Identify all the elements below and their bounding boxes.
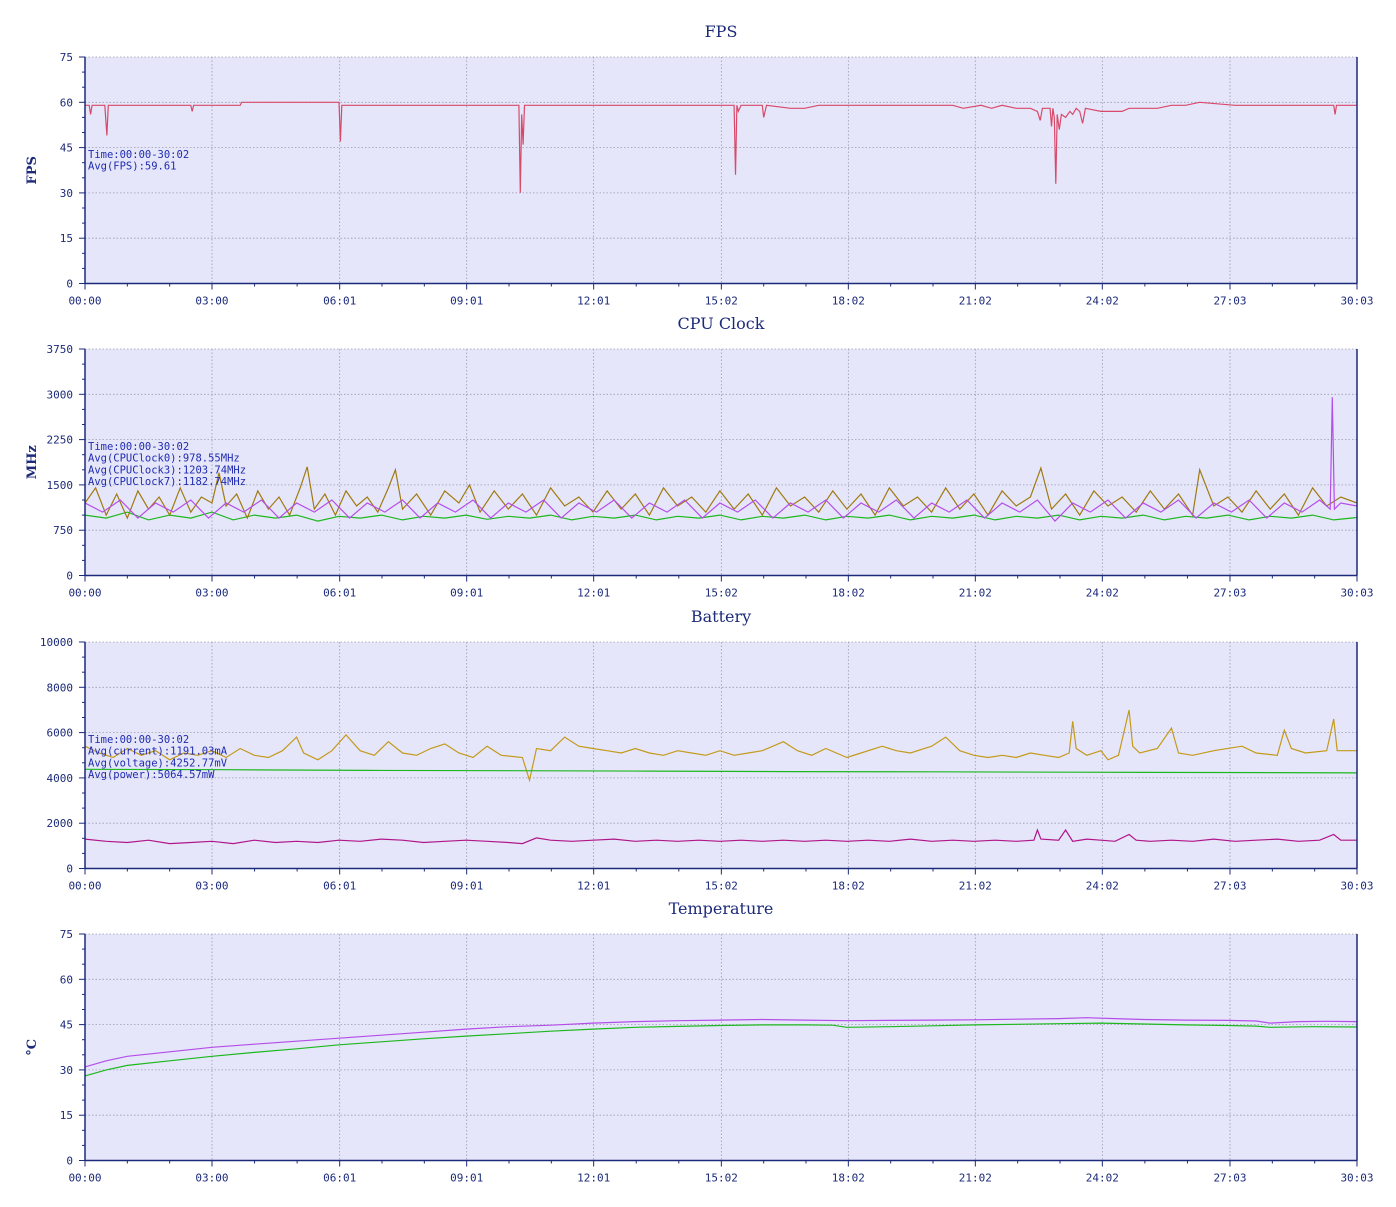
x-tick-label: 27:03 (1213, 880, 1246, 893)
annotation-line: Avg(CPUClock7):1182.74MHz (88, 476, 246, 488)
x-tick-label: 12:01 (577, 1172, 610, 1185)
y-tick-label: 15 (60, 1109, 73, 1122)
x-tick-label: 27:03 (1213, 587, 1246, 600)
chart-title: Temperature (669, 899, 774, 918)
x-tick-label: 30:03 (1340, 1172, 1373, 1185)
x-tick-label: 03:00 (195, 1172, 228, 1185)
y-axis-label: MHz (25, 445, 40, 479)
chart-panel-1: 0 750 1500 2250 3000 3750 00:00 03:00 06:01 09:01… (25, 314, 1374, 600)
x-tick-label: 00:00 (68, 295, 101, 308)
x-tick-label: 24:02 (1086, 587, 1119, 600)
x-tick-label: 15:02 (705, 295, 738, 308)
y-tick-label: 750 (53, 524, 73, 537)
x-tick-label: 21:02 (959, 880, 992, 893)
annotation-line: Avg(CPUClock3):1203.74MHz (88, 464, 246, 476)
x-tick-label: 12:01 (577, 880, 610, 893)
y-tick-label: 30 (60, 187, 73, 200)
annotation-line: Time:00:00-30:02 (88, 441, 189, 453)
annotation-line: Time:00:00-30:02 (88, 734, 189, 746)
y-tick-label: 10000 (40, 636, 73, 649)
x-tick-label: 09:01 (450, 587, 483, 600)
y-tick-label: 30 (60, 1064, 73, 1077)
y-tick-label: 1500 (47, 479, 74, 492)
y-tick-label: 45 (60, 142, 73, 155)
x-tick-label: 30:03 (1340, 295, 1373, 308)
chart-panel-3: 0 15 30 45 60 75 00:00 03:00 06:01 09:01 12:01 15:0… (25, 899, 1374, 1185)
x-tick-label: 21:02 (959, 295, 992, 308)
y-tick-label: 0 (66, 1155, 73, 1168)
y-tick-label: 0 (66, 863, 73, 876)
x-tick-label: 00:00 (68, 1172, 101, 1185)
x-tick-label: 18:02 (832, 295, 865, 308)
x-tick-label: 12:01 (577, 587, 610, 600)
y-axis-label: FPS (25, 156, 40, 184)
y-tick-label: 0 (66, 570, 73, 583)
y-tick-label: 0 (66, 278, 73, 291)
annotation-line: Avg(power):5064.57mW (88, 769, 215, 781)
y-tick-label: 75 (60, 51, 73, 64)
annotation-line: Avg(voltage):4252.77mV (88, 757, 228, 769)
y-tick-label: 3750 (47, 343, 74, 356)
x-tick-label: 06:01 (323, 295, 356, 308)
annotation-line: Avg(FPS):59.61 (88, 161, 177, 173)
x-tick-label: 18:02 (832, 587, 865, 600)
x-tick-label: 09:01 (450, 1172, 483, 1185)
y-tick-label: 15 (60, 232, 73, 245)
x-tick-label: 09:01 (450, 880, 483, 893)
chart-panel-0: 0 15 30 45 60 75 00:00 03:00 06:01 09:01 12:01 15:0… (25, 22, 1374, 308)
y-tick-label: 2000 (47, 817, 74, 830)
x-tick-label: 15:02 (705, 1172, 738, 1185)
y-tick-label: 75 (60, 928, 73, 941)
x-tick-label: 30:03 (1340, 587, 1373, 600)
x-tick-label: 15:02 (705, 587, 738, 600)
x-tick-label: 06:01 (323, 587, 356, 600)
y-tick-label: 2250 (47, 434, 74, 447)
x-tick-label: 15:02 (705, 880, 738, 893)
x-tick-label: 00:00 (68, 880, 101, 893)
x-tick-label: 09:01 (450, 295, 483, 308)
y-tick-label: 3000 (47, 388, 74, 401)
x-tick-label: 06:01 (323, 1172, 356, 1185)
chart-title: FPS (705, 22, 738, 41)
x-tick-label: 12:01 (577, 295, 610, 308)
y-tick-label: 60 (60, 96, 73, 109)
x-tick-label: 24:02 (1086, 295, 1119, 308)
annotation-line: Time:00:00-30:02 (88, 149, 189, 161)
y-tick-label: 45 (60, 1019, 73, 1032)
y-tick-label: 4000 (47, 772, 74, 785)
chart-title: Battery (691, 607, 751, 626)
x-tick-label: 21:02 (959, 1172, 992, 1185)
chart-panel-2: 0 2000 4000 6000 8000 10000 00:00 03:00 06:01 09:… (40, 607, 1374, 893)
x-tick-label: 00:00 (68, 587, 101, 600)
x-tick-label: 27:03 (1213, 295, 1246, 308)
annotation-line: Avg(CPUClock0):978.55MHz (88, 453, 240, 465)
x-tick-label: 03:00 (195, 587, 228, 600)
x-tick-label: 03:00 (195, 295, 228, 308)
y-tick-label: 6000 (47, 727, 74, 740)
x-tick-label: 27:03 (1213, 1172, 1246, 1185)
x-tick-label: 18:02 (832, 880, 865, 893)
x-tick-label: 06:01 (323, 880, 356, 893)
x-tick-label: 24:02 (1086, 880, 1119, 893)
x-tick-label: 24:02 (1086, 1172, 1119, 1185)
x-tick-label: 03:00 (195, 880, 228, 893)
annotation-line: Avg(current):1191.03mA (88, 746, 228, 758)
chart-title: CPU Clock (678, 314, 765, 333)
y-axis-label: °C (25, 1039, 40, 1056)
performance-charts: 0 15 30 45 60 75 00:00 03:00 06:01 09:01 12:01 15:0… (25, 22, 1374, 1185)
y-tick-label: 60 (60, 973, 73, 986)
x-tick-label: 18:02 (832, 1172, 865, 1185)
x-tick-label: 30:03 (1340, 880, 1373, 893)
y-tick-label: 8000 (47, 681, 74, 694)
x-tick-label: 21:02 (959, 587, 992, 600)
